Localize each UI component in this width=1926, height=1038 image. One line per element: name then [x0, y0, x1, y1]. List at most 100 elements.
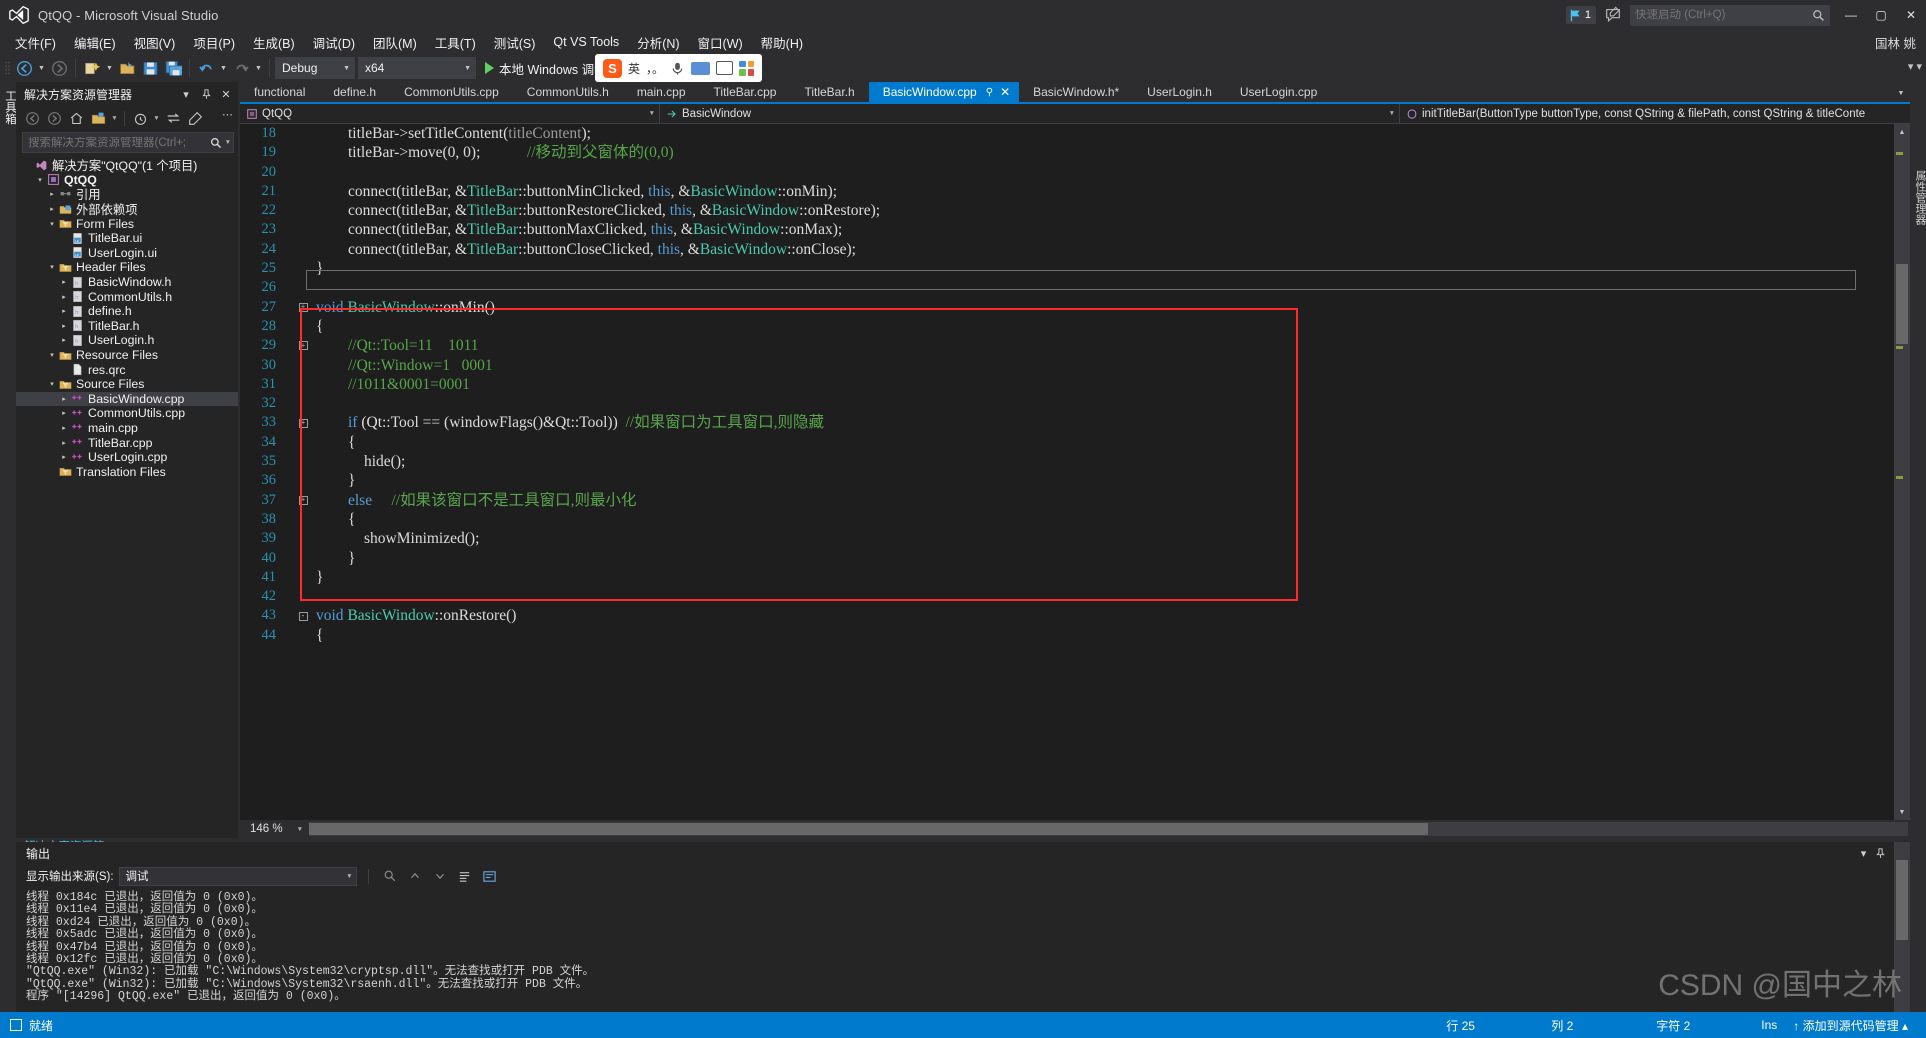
expand-arrow-icon[interactable]: ▸ — [58, 453, 70, 461]
toggle-word-wrap-icon[interactable] — [480, 866, 500, 886]
tree-item-ResourceFiles[interactable]: ▾ Resource Files — [16, 348, 238, 363]
pending-changes-icon[interactable] — [130, 108, 150, 128]
menu-item-8[interactable]: 测试(S) — [485, 30, 545, 55]
expand-region-icon[interactable]: + — [294, 418, 312, 428]
new-project-icon[interactable] — [81, 57, 103, 79]
tree-item-UserLogin.cpp[interactable]: ▸ UserLogin.cpp — [16, 450, 238, 465]
code-line[interactable]: 41} — [240, 568, 1894, 587]
back-icon[interactable] — [22, 108, 42, 128]
document-tab-TitleBar.h[interactable]: TitleBar.h — [790, 82, 868, 102]
document-tab-UserLogin.cpp[interactable]: UserLogin.cpp — [1226, 82, 1331, 102]
navbar-member-select[interactable]: initTitleBar(ButtonType buttonType, cons… — [1400, 104, 1910, 123]
open-file-icon[interactable] — [116, 57, 138, 79]
undo-icon[interactable] — [195, 57, 217, 79]
document-tab-define.h[interactable]: define.h — [319, 82, 390, 102]
code-line[interactable]: 24 connect(titleBar, &TitleBar::buttonClo… — [240, 240, 1894, 259]
navigate-back-dropdown[interactable]: ▼ — [36, 57, 47, 79]
toolbar-overflow-icon[interactable]: ⋯ — [222, 108, 234, 121]
microphone-icon[interactable] — [670, 61, 685, 76]
pin-icon[interactable]: ⚲ — [986, 87, 993, 98]
close-icon[interactable]: ✕ — [1000, 85, 1010, 99]
notification-badge[interactable]: 1 — [1565, 6, 1596, 24]
tree-item-res.qrc[interactable]: res.qrc — [16, 362, 238, 377]
editor-horizontal-scrollbar[interactable] — [309, 822, 1908, 836]
scrollbar-thumb[interactable] — [1896, 264, 1908, 344]
menu-item-1[interactable]: 编辑(E) — [65, 30, 125, 55]
search-icon[interactable] — [210, 137, 222, 149]
go-to-previous-icon[interactable] — [405, 866, 425, 886]
code-line[interactable]: 26 — [240, 278, 1894, 297]
toolbar-overflow-icon[interactable]: ▾ ▾ — [1908, 60, 1922, 73]
expand-arrow-icon[interactable]: ▸ — [46, 190, 58, 198]
navbar-class-select[interactable]: BasicWindow ▼ — [660, 104, 1400, 123]
collapse-arrow-icon[interactable]: ▾ — [34, 176, 46, 184]
tree-item-CommonUtils.h[interactable]: ▸ h CommonUtils.h — [16, 289, 238, 304]
navigate-forward-icon[interactable] — [48, 57, 70, 79]
document-tab-CommonUtils.cpp[interactable]: CommonUtils.cpp — [390, 82, 513, 102]
document-tab-BasicWindow.cpp[interactable]: BasicWindow.cpp ⚲ ✕ — [868, 82, 1020, 102]
menu-item-7[interactable]: 工具(T) — [426, 30, 485, 55]
menu-item-4[interactable]: 生成(B) — [244, 30, 304, 55]
menu-item-5[interactable]: 调试(D) — [304, 30, 364, 55]
forward-icon[interactable] — [44, 108, 64, 128]
tree-item-QtQQ1[interactable]: 解决方案"QtQQ"(1 个项目) — [16, 158, 238, 173]
sync-icon[interactable] — [163, 108, 183, 128]
code-line[interactable]: 44 { — [240, 626, 1894, 645]
expand-region-icon[interactable]: + — [294, 302, 312, 312]
scroll-up-arrow[interactable]: ▲ — [1894, 124, 1910, 140]
user-account-label[interactable]: 国林 姚 — [1875, 33, 1916, 52]
expand-region-icon[interactable]: + — [294, 495, 312, 505]
document-tab-main.cpp[interactable]: main.cpp — [623, 82, 700, 102]
navigate-back-icon[interactable] — [13, 57, 35, 79]
scrollbar-thumb[interactable] — [309, 823, 1429, 835]
tree-item-QtQQ[interactable]: ▾ QtQQ — [16, 173, 238, 188]
toolbar-grip[interactable] — [4, 60, 12, 76]
redo-dropdown[interactable]: ▼ — [253, 57, 264, 79]
tree-item-TitleBar.cpp[interactable]: ▸ TitleBar.cpp — [16, 435, 238, 450]
scrollbar-thumb[interactable] — [1896, 860, 1908, 940]
ime-tools-icon[interactable] — [716, 61, 734, 75]
add-to-source-control-button[interactable]: ↑ 添加到源代码管理 ▴ — [1793, 1017, 1926, 1034]
expand-arrow-icon[interactable]: ▸ — [58, 336, 70, 344]
close-icon[interactable]: ✕ — [218, 86, 234, 102]
go-to-next-icon[interactable] — [430, 866, 450, 886]
pin-icon[interactable] — [198, 86, 214, 102]
tree-item-[interactable]: ▸ 外部依赖项 — [16, 202, 238, 217]
tree-item-BasicWindow.cpp[interactable]: ▸ BasicWindow.cpp — [16, 391, 238, 407]
save-icon[interactable] — [139, 57, 161, 79]
menu-item-0[interactable]: 文件(F) — [6, 30, 65, 55]
home-icon[interactable] — [66, 108, 86, 128]
solution-configuration-select[interactable]: Debug ▼ — [275, 57, 355, 79]
document-tab-BasicWindow.h[interactable]: BasicWindow.h* — [1019, 82, 1133, 102]
code-line[interactable]: 33 + if (Qt::Tool == (windowFlags()&Qt::To… — [240, 413, 1894, 432]
undo-dropdown[interactable]: ▼ — [218, 57, 229, 79]
tree-item-TranslationFiles[interactable]: Translation Files — [16, 464, 238, 479]
code-text-area[interactable]: 18 titleBar->setTitleContent(titleContent… — [240, 124, 1894, 820]
ime-punctuation-label[interactable]: ，。 — [646, 60, 664, 77]
document-tab-UserLogin.h[interactable]: UserLogin.h — [1133, 82, 1226, 102]
code-line[interactable]: 30 //Qt::Window=1 0001 — [240, 356, 1894, 375]
code-line[interactable]: 38 { — [240, 510, 1894, 529]
tree-item-CommonUtils.cpp[interactable]: ▸ CommonUtils.cpp — [16, 406, 238, 421]
switch-views-dropdown[interactable]: ▼ — [110, 108, 119, 128]
code-line[interactable]: 43 - void BasicWindow::onRestore() — [240, 606, 1894, 625]
maximize-button[interactable]: ▢ — [1866, 1, 1896, 29]
close-button[interactable]: ✕ — [1896, 1, 1926, 29]
expand-arrow-icon[interactable]: ▸ — [58, 307, 70, 315]
solution-explorer-search[interactable]: ▼ — [22, 132, 234, 153]
tree-item-HeaderFiles[interactable]: ▾ Header Files — [16, 260, 238, 275]
pending-changes-dropdown[interactable]: ▼ — [152, 108, 161, 128]
scroll-down-arrow[interactable]: ▼ — [1894, 804, 1910, 820]
ime-language-label[interactable]: 英 — [628, 60, 640, 77]
code-line[interactable]: 40} — [240, 549, 1894, 568]
expand-arrow-icon[interactable]: ▸ — [58, 293, 70, 301]
tree-item-UserLogin.h[interactable]: ▸ h UserLogin.h — [16, 333, 238, 348]
quick-launch-input[interactable] — [1635, 9, 1812, 21]
switch-views-icon[interactable] — [88, 108, 108, 128]
code-line[interactable]: 32 — [240, 394, 1894, 413]
code-line[interactable]: 31 //1011&0001=0001 — [240, 375, 1894, 394]
menu-item-3[interactable]: 项目(P) — [184, 30, 244, 55]
code-line[interactable]: 36} — [240, 471, 1894, 490]
navbar-project-select[interactable]: QtQQ ▼ — [240, 104, 660, 123]
document-tab-TitleBar.cpp[interactable]: TitleBar.cpp — [700, 82, 791, 102]
